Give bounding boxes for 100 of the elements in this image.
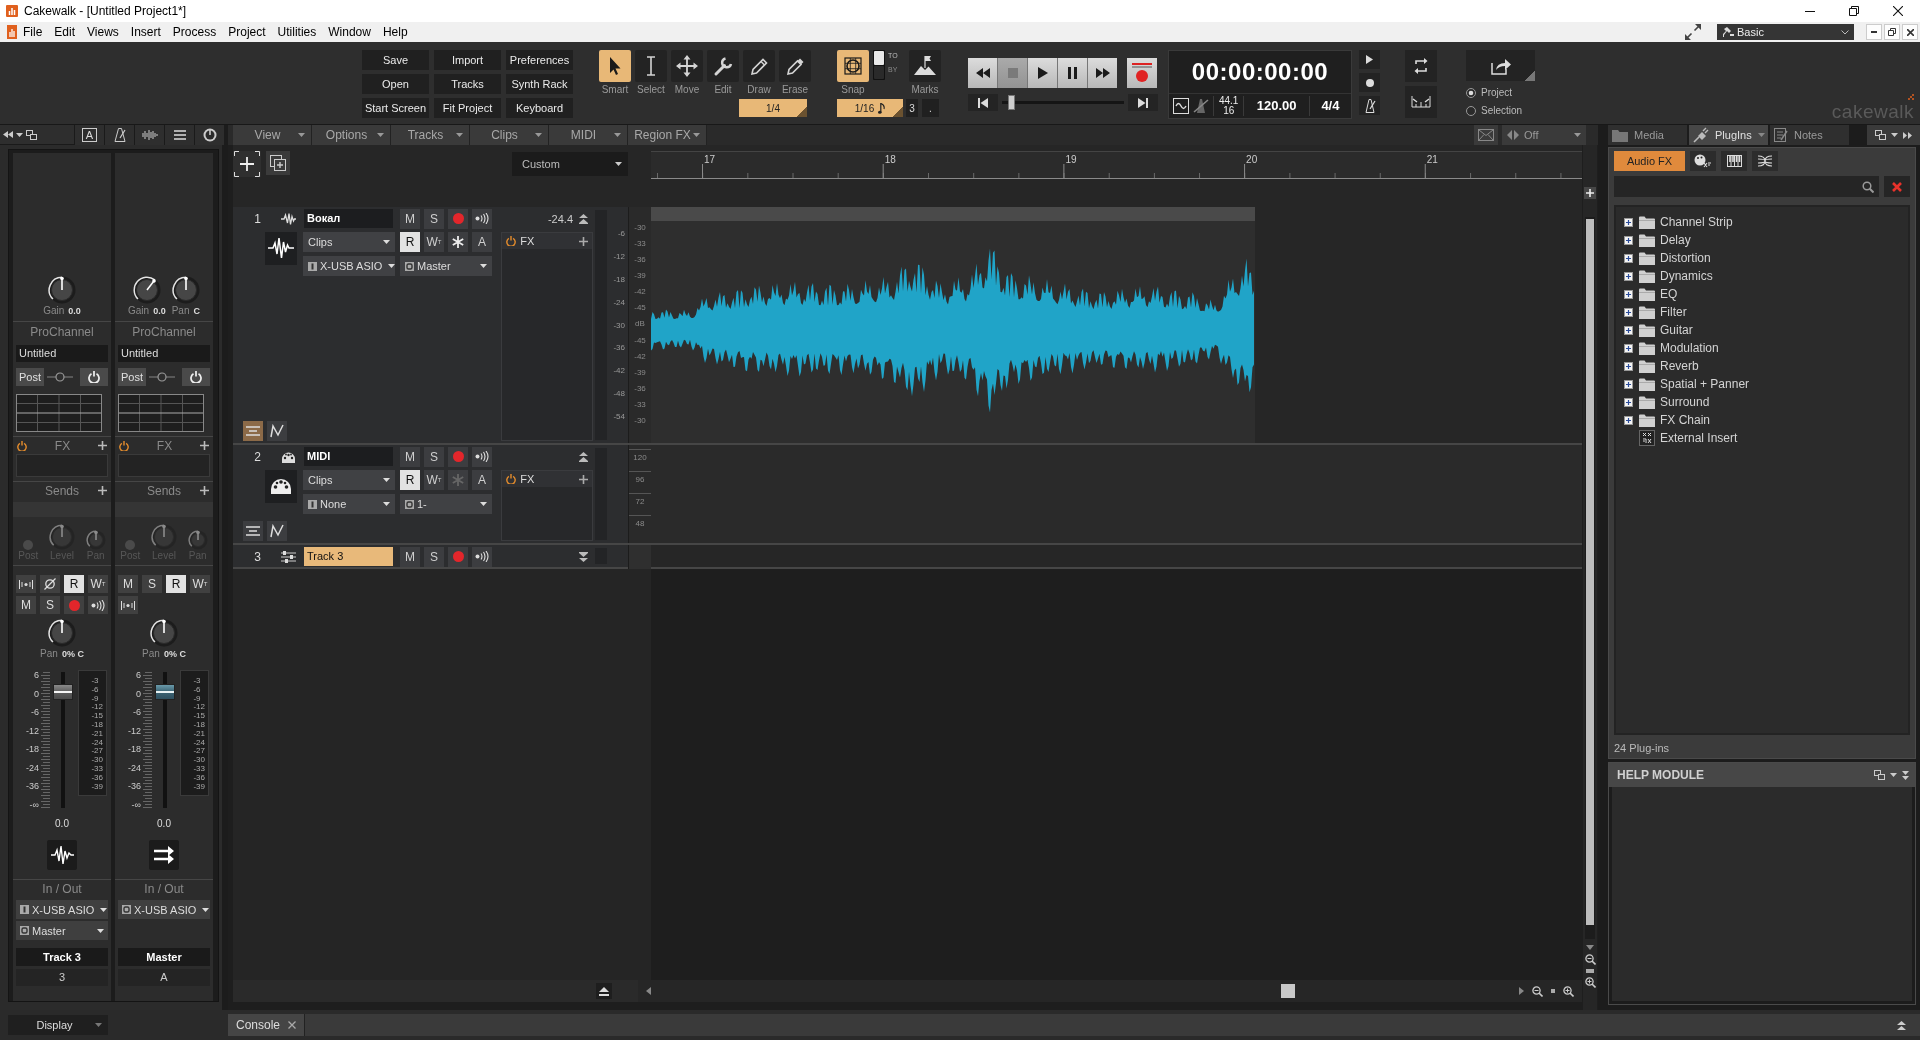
tree-item[interactable]: Spatial + Panner xyxy=(1624,375,1908,393)
crossed-metronome-icon[interactable] xyxy=(1193,97,1209,114)
close-button[interactable] xyxy=(1902,24,1918,40)
skip-to-end-button[interactable] xyxy=(1128,94,1158,111)
menu-item[interactable]: Process xyxy=(166,23,223,41)
tool-button[interactable]: Select xyxy=(635,50,667,95)
tree-item[interactable]: Reverb xyxy=(1624,357,1908,375)
output-dropdown[interactable]: Master xyxy=(400,256,492,276)
track-name-field[interactable]: MIDI xyxy=(304,447,393,466)
solo-button[interactable]: S xyxy=(142,575,162,593)
power-button[interactable] xyxy=(194,124,224,145)
plus-box-icon[interactable] xyxy=(1624,361,1633,371)
browser-tab[interactable]: Notes xyxy=(1770,125,1849,145)
clip-header[interactable] xyxy=(651,207,1255,221)
plus-box-icon[interactable] xyxy=(1624,397,1633,407)
rewind-button[interactable] xyxy=(968,58,997,88)
clear-search-button[interactable] xyxy=(1884,176,1910,197)
eq-graph[interactable] xyxy=(118,394,204,432)
knob-pointer[interactable] xyxy=(162,619,166,624)
sample-rate-text[interactable]: 44.1 xyxy=(1218,95,1239,106)
plus-box-icon[interactable] xyxy=(1624,289,1633,299)
preset-dropdown[interactable]: Custom xyxy=(512,152,628,176)
command-button[interactable]: Tracks xyxy=(434,74,501,94)
expand-arrows-icon[interactable] xyxy=(579,551,588,562)
tree-item[interactable]: EQ xyxy=(1624,285,1908,303)
power-button[interactable] xyxy=(182,368,210,386)
expand-icon[interactable] xyxy=(1685,24,1701,40)
collapse-arrows-icon[interactable] xyxy=(579,213,588,224)
solo-button[interactable]: S xyxy=(424,208,444,229)
display-dropdown[interactable]: Display xyxy=(8,1015,108,1035)
menu-button[interactable]: View xyxy=(233,125,312,145)
tree-item[interactable]: Filter xyxy=(1624,303,1908,321)
tree-item[interactable]: Distortion xyxy=(1624,249,1908,267)
command-button[interactable]: Preferences xyxy=(506,50,573,70)
tree-item[interactable]: Dynamics xyxy=(1624,267,1908,285)
knob[interactable] xyxy=(48,619,76,647)
skip-to-start-button[interactable] xyxy=(968,94,998,111)
fast-forward-button[interactable] xyxy=(1088,58,1117,88)
preset-field[interactable]: Untitled xyxy=(16,345,108,362)
input-echo-button[interactable] xyxy=(472,208,492,229)
record-button[interactable] xyxy=(1359,73,1380,92)
toggle-segment[interactable] xyxy=(874,51,884,65)
duplicate-track-button[interactable] xyxy=(266,151,290,175)
filter-button[interactable] xyxy=(1690,151,1716,171)
knob-value[interactable]: C xyxy=(193,306,200,316)
tool-button[interactable]: Move xyxy=(671,50,703,95)
double-chevron-icon[interactable] xyxy=(1903,131,1912,139)
browser-tab[interactable]: PlugIns xyxy=(1689,125,1768,145)
plus-box-icon[interactable] xyxy=(1624,253,1633,263)
input-dropdown[interactable]: None xyxy=(303,494,395,514)
read-button[interactable]: R xyxy=(400,470,420,490)
command-button[interactable]: Keyboard xyxy=(506,98,573,118)
input-dropdown[interactable]: X-USB ASIO xyxy=(16,900,108,919)
panel-tab[interactable]: Console xyxy=(228,1014,306,1036)
toggle-segment[interactable] xyxy=(874,65,884,79)
knob-pointer[interactable] xyxy=(184,276,188,281)
filter-button[interactable]: Audio FX xyxy=(1614,151,1685,171)
preset-field[interactable]: Untitled xyxy=(118,345,210,362)
toggle-button[interactable]: A xyxy=(472,470,492,490)
fader-cap[interactable] xyxy=(53,684,73,701)
plus-box-icon[interactable] xyxy=(1624,325,1633,335)
close-icon[interactable] xyxy=(288,1021,297,1029)
volume-value[interactable]: -24.4 xyxy=(547,212,573,225)
toggle-button[interactable]: A xyxy=(472,232,492,252)
plus-icon[interactable] xyxy=(98,441,107,450)
filter-button[interactable] xyxy=(1721,151,1747,171)
input-echo-button[interactable] xyxy=(472,546,492,567)
option-dropdown[interactable]: Off xyxy=(1502,125,1586,145)
search-field[interactable] xyxy=(1614,176,1879,197)
plus-icon[interactable] xyxy=(579,474,588,484)
waveform-icon[interactable] xyxy=(265,232,297,265)
menu-item[interactable]: Insert xyxy=(124,23,167,41)
waveform-icon[interactable] xyxy=(281,212,296,225)
zoom-in-icon[interactable] xyxy=(1563,985,1574,997)
plus-box-icon[interactable] xyxy=(1624,379,1633,389)
time-signature-text[interactable]: 4/4 xyxy=(1313,98,1347,113)
tree-item[interactable]: FX Chain xyxy=(1624,411,1908,429)
track-name-field[interactable]: Track 3 xyxy=(304,547,393,566)
radio-option[interactable]: Selection xyxy=(1466,105,1535,116)
strip-name[interactable]: Track 3 xyxy=(16,948,108,966)
metronome-button[interactable] xyxy=(1359,96,1380,115)
command-button[interactable]: Start Screen xyxy=(362,98,429,118)
menu-item[interactable]: Views xyxy=(81,23,125,41)
read-button[interactable]: R xyxy=(64,575,84,593)
tool-button[interactable]: Draw xyxy=(743,50,775,95)
bit-depth-text[interactable]: 16 xyxy=(1223,105,1235,116)
radio-icon[interactable] xyxy=(1466,105,1476,116)
knob[interactable] xyxy=(171,276,200,304)
filter-button[interactable] xyxy=(1752,151,1778,171)
mode-dropdown[interactable]: Clips xyxy=(303,232,395,252)
freeze-button[interactable] xyxy=(448,232,468,252)
menu-button[interactable]: Options xyxy=(312,125,391,145)
post-button[interactable]: Post xyxy=(118,368,146,386)
tool-button[interactable]: Erase xyxy=(779,50,811,95)
view-toggle-button[interactable] xyxy=(104,124,134,145)
mute-button[interactable]: M xyxy=(400,446,420,467)
lanes-button[interactable] xyxy=(243,521,263,541)
automation-button[interactable] xyxy=(267,521,287,541)
command-button[interactable]: Save xyxy=(362,50,429,70)
knob[interactable] xyxy=(132,276,161,304)
